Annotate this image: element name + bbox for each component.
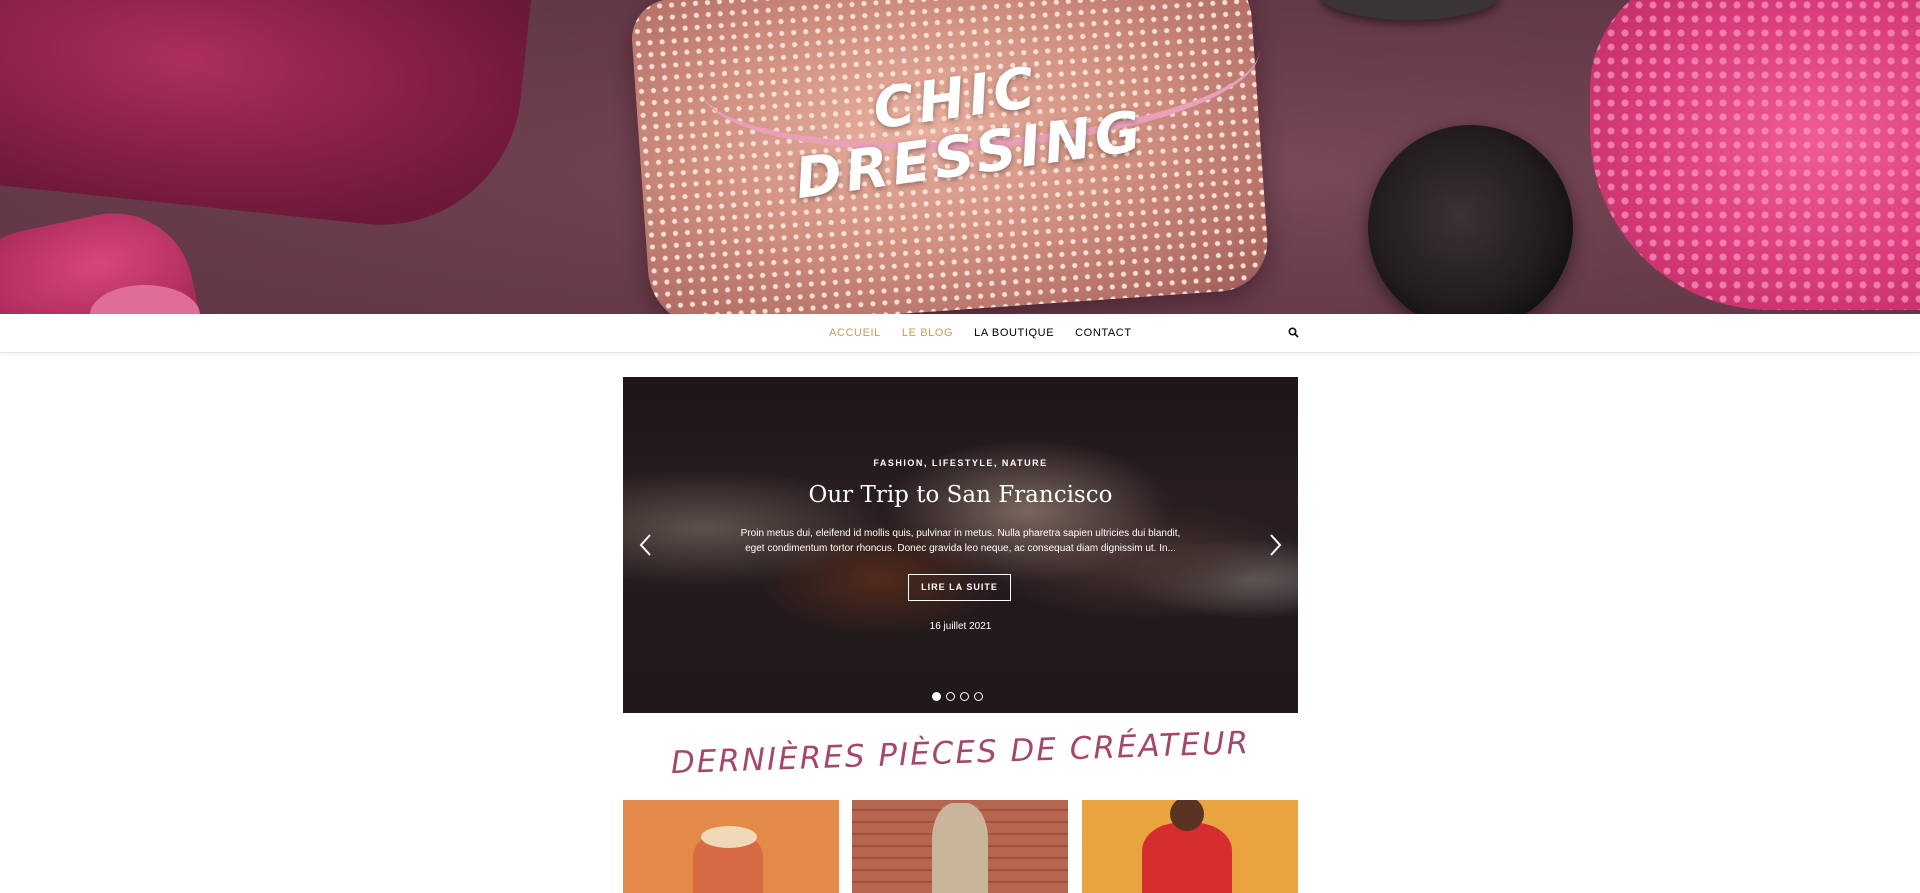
chevron-right-icon[interactable]: [1264, 532, 1286, 558]
designer-pieces-grid: [623, 800, 1298, 893]
product-card[interactable]: [1082, 800, 1298, 893]
nav-item-la-boutique[interactable]: LA BOUTIQUE: [974, 327, 1054, 339]
slide-title[interactable]: Our Trip to San Francisco: [623, 482, 1298, 508]
slider-pagination: [932, 692, 988, 701]
slider-dot[interactable]: [960, 692, 969, 701]
nav-item-accueil[interactable]: ACCUEIL: [829, 327, 881, 339]
hero-compact-mirror: [1368, 125, 1573, 314]
hero-pink-lace: [1590, 0, 1920, 310]
featured-slider: FASHION, LIFESTYLE, NATURE Our Trip to S…: [623, 377, 1298, 713]
slider-dot[interactable]: [932, 692, 941, 701]
nav-item-contact[interactable]: CONTACT: [1075, 327, 1132, 339]
product-image: [932, 803, 988, 893]
product-image: [1142, 823, 1232, 893]
nav-menu: ACCUEIL LE BLOG LA BOUTIQUE CONTACT: [829, 314, 1153, 352]
chevron-left-icon[interactable]: [635, 532, 657, 558]
hat-shape: [701, 826, 757, 848]
section-title: DERNIÈRES PIÈCES DE CRÉATEUR: [670, 724, 1251, 782]
slide-content: FASHION, LIFESTYLE, NATURE Our Trip to S…: [623, 377, 1298, 713]
slider-dot[interactable]: [974, 692, 983, 701]
slide-excerpt: Proin metus dui, eleifend id mollis quis…: [740, 528, 1181, 554]
slide-date: 16 juillet 2021: [929, 621, 992, 632]
slider-dot[interactable]: [946, 692, 955, 701]
product-card[interactable]: [852, 800, 1068, 893]
hero-velvet-fabric: [0, 0, 532, 239]
read-more-button[interactable]: LIRE LA SUITE: [908, 574, 1011, 601]
hero-header: CHIC DRESSING: [0, 0, 1920, 314]
slide-categories[interactable]: FASHION, LIFESTYLE, NATURE: [623, 458, 1298, 468]
nav-item-le-blog[interactable]: LE BLOG: [902, 327, 953, 339]
hero-compact-lid: [1320, 0, 1500, 20]
search-icon[interactable]: [1286, 325, 1302, 341]
main-navigation: ACCUEIL LE BLOG LA BOUTIQUE CONTACT: [0, 314, 1920, 353]
product-card[interactable]: [623, 800, 839, 893]
